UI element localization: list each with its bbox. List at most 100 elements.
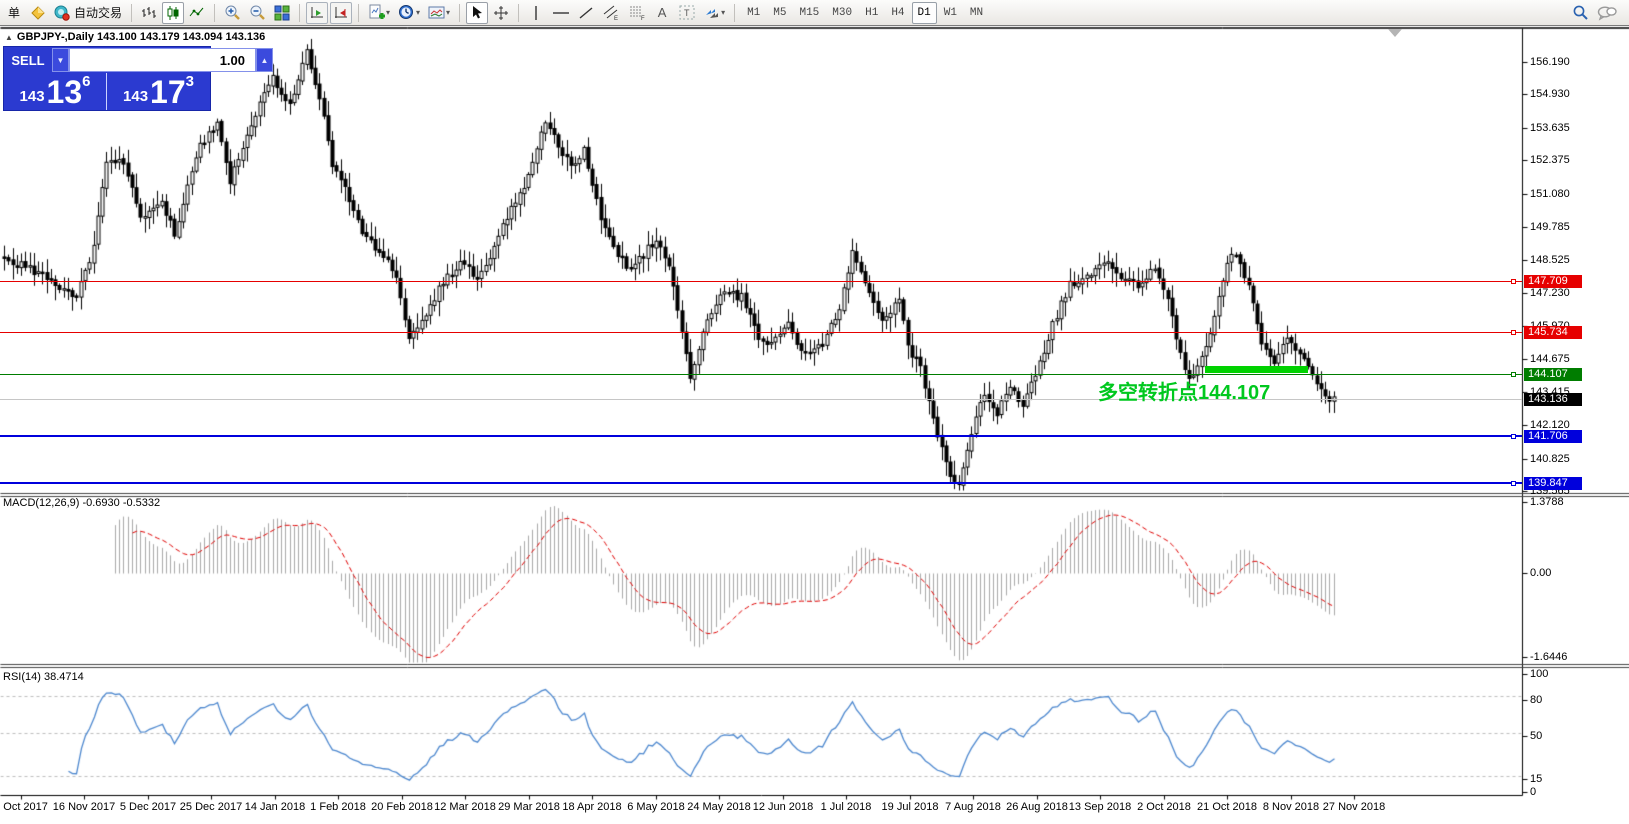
- macd-indicator-label: MACD(12,26,9) -0.6930 -0.5332: [3, 497, 160, 509]
- date-tick: 20 Feb 2018: [371, 801, 433, 813]
- periods-caret-icon[interactable]: ▾: [416, 8, 420, 17]
- price-tick: 149.785: [1530, 221, 1570, 233]
- volume-increase-button[interactable]: ▲: [256, 48, 273, 72]
- autotrading-button[interactable]: 自动交易: [51, 2, 125, 24]
- text-tool-icon[interactable]: A: [651, 2, 673, 24]
- hline-139.847[interactable]: [0, 482, 1522, 484]
- date-tick: 6 May 2018: [627, 801, 684, 813]
- hline-147.709[interactable]: [0, 281, 1522, 282]
- mt4-window: 单 自动交易: [0, 0, 1629, 824]
- price-tick: 151.080: [1530, 188, 1570, 200]
- indicators-icon[interactable]: ▾: [365, 2, 393, 24]
- date-tick: 27 Nov 2018: [1323, 801, 1385, 813]
- timeframe-button-h1[interactable]: H1: [859, 2, 884, 24]
- hline-handle[interactable]: [1511, 372, 1516, 377]
- one-click-trading-panel: SELL ▼ ▲ BUY 143 13 6 143 17 3: [3, 46, 211, 111]
- hline-handle[interactable]: [1511, 330, 1516, 335]
- metaeditor-icon[interactable]: [27, 2, 49, 24]
- hline-handle[interactable]: [1511, 279, 1516, 284]
- timeframe-button-d1[interactable]: D1: [912, 2, 937, 24]
- price-tick: 144.675: [1530, 353, 1570, 365]
- hline-144.107[interactable]: [0, 374, 1522, 375]
- price-tag-144.107: 144.107: [1524, 368, 1582, 381]
- hline-145.734[interactable]: [0, 332, 1522, 333]
- arrows-tool-icon[interactable]: ▾: [701, 2, 728, 24]
- fibonacci-tool-icon[interactable]: F: [625, 2, 649, 24]
- equidistant-channel-tool-icon[interactable]: E: [599, 2, 623, 24]
- main-toolbar: 单 自动交易: [0, 0, 1629, 26]
- sell-price-big: 13: [47, 77, 83, 107]
- pivot-annotation-text[interactable]: 多空转折点144.107: [1098, 376, 1270, 405]
- svg-text:F: F: [641, 16, 645, 21]
- autotrading-icon: [54, 5, 70, 21]
- timeframe-button-m30[interactable]: M30: [826, 2, 858, 24]
- date-tick: 7 Aug 2018: [945, 801, 1001, 813]
- line-chart-icon[interactable]: [186, 2, 208, 24]
- price-tick: 154.930: [1530, 88, 1570, 100]
- zoom-in-icon[interactable]: [221, 2, 244, 24]
- community-chat-icon[interactable]: [1597, 5, 1617, 21]
- buy-price-prefix: 143: [123, 87, 148, 107]
- volume-input[interactable]: [69, 48, 256, 72]
- symbol-ohlc-text: GBPJPY-,Daily 143.100 143.179 143.094 14…: [17, 31, 265, 43]
- cursor-icon[interactable]: [466, 2, 488, 24]
- new-order-button[interactable]: 单: [3, 2, 25, 24]
- date-tick: 12 Mar 2018: [434, 801, 496, 813]
- scroll-to-end-icon[interactable]: [1388, 29, 1402, 37]
- auto-scroll-icon[interactable]: [306, 2, 328, 24]
- price-tick: 147.230: [1530, 287, 1570, 299]
- periods-icon[interactable]: ▾: [395, 2, 423, 24]
- timeframe-button-m1[interactable]: M1: [741, 2, 766, 24]
- rsi-axis-tick: 15: [1530, 773, 1542, 785]
- text-label-tool-icon[interactable]: T: [675, 2, 699, 24]
- timeframe-button-w1[interactable]: W1: [938, 2, 963, 24]
- chart-canvas[interactable]: [0, 0, 1629, 824]
- vertical-line-tool-icon[interactable]: [525, 2, 547, 24]
- price-tick: 148.525: [1530, 254, 1570, 266]
- sell-button[interactable]: SELL: [4, 47, 52, 73]
- candlestick-chart-icon[interactable]: [162, 2, 184, 24]
- price-tag-143.136: 143.136: [1524, 393, 1582, 406]
- sell-price-display[interactable]: 143 13 6: [4, 73, 107, 110]
- hline-143.136[interactable]: [0, 399, 1522, 400]
- templates-icon[interactable]: ▾: [425, 2, 453, 24]
- chart-title: ▲ GBPJPY-,Daily 143.100 143.179 143.094 1…: [5, 31, 265, 43]
- price-tag-141.706: 141.706: [1524, 430, 1582, 443]
- indicators-caret-icon[interactable]: ▾: [386, 8, 390, 17]
- collapse-panel-icon[interactable]: ▲: [5, 33, 13, 42]
- crosshair-icon[interactable]: [490, 2, 512, 24]
- timeframe-button-mn[interactable]: MN: [964, 2, 989, 24]
- search-icon[interactable]: [1572, 4, 1589, 21]
- hline-141.706[interactable]: [0, 435, 1522, 437]
- timeframe-toolbar: M1M5M15M30H1H4D1W1MN: [741, 2, 989, 24]
- date-tick: 25 Dec 2017: [180, 801, 242, 813]
- volume-decrease-button[interactable]: ▼: [52, 48, 69, 72]
- zoom-out-icon[interactable]: [246, 2, 269, 24]
- arrows-caret-icon[interactable]: ▾: [721, 8, 725, 17]
- templates-caret-icon[interactable]: ▾: [446, 8, 450, 17]
- chart-shift-icon[interactable]: [330, 2, 352, 24]
- date-tick: 16 Nov 2017: [53, 801, 115, 813]
- horizontal-line-tool-icon[interactable]: [549, 2, 573, 24]
- hline-handle[interactable]: [1511, 434, 1516, 439]
- timeframe-button-h4[interactable]: H4: [885, 2, 910, 24]
- date-tick: 29 Mar 2018: [498, 801, 560, 813]
- macd-axis-tick: 0.00: [1530, 567, 1551, 579]
- timeframe-button-m15[interactable]: M15: [793, 2, 825, 24]
- date-tick: 18 Apr 2018: [562, 801, 621, 813]
- hline-handle[interactable]: [1511, 481, 1516, 486]
- timeframe-button-m5[interactable]: M5: [767, 2, 792, 24]
- rsi-axis-tick: 80: [1530, 694, 1542, 706]
- trendline-tool-icon[interactable]: [575, 2, 597, 24]
- sell-price-prefix: 143: [20, 87, 45, 107]
- svg-text:T: T: [684, 8, 690, 18]
- rsi-indicator-label: RSI(14) 38.4714: [3, 671, 84, 683]
- highlight-segment[interactable]: [1205, 366, 1308, 373]
- bar-chart-icon[interactable]: [138, 2, 160, 24]
- rsi-axis-tick: 100: [1530, 668, 1548, 680]
- buy-price-display[interactable]: 143 17 3: [107, 73, 210, 110]
- buy-price-sup: 3: [186, 75, 194, 89]
- rsi-axis-tick: 50: [1530, 730, 1542, 742]
- tile-windows-icon[interactable]: [271, 2, 293, 24]
- buy-button[interactable]: BUY: [273, 47, 300, 73]
